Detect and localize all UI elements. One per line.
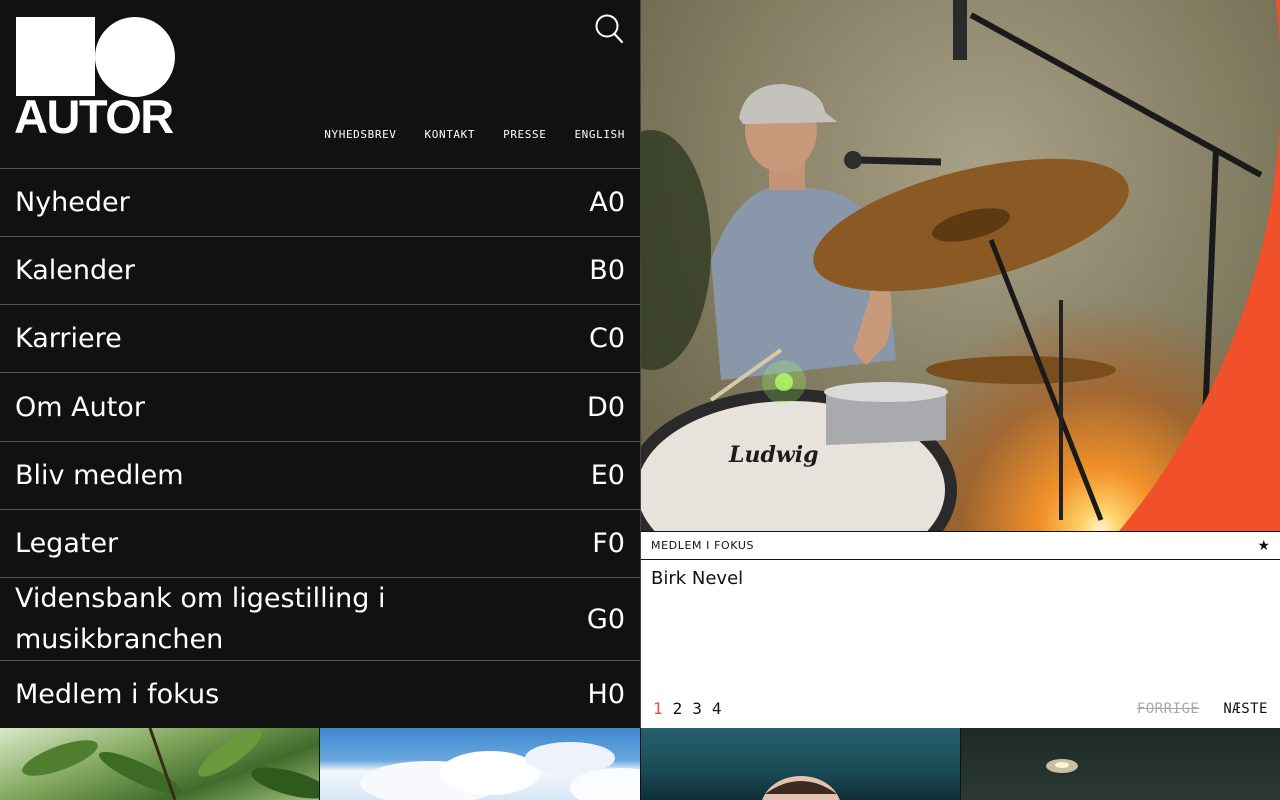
hero-photo-drummer: Ludwig bbox=[641, 0, 1280, 531]
site-header: AUTOR NYHEDSBREV KONTAKT PRESSE ENGLISH bbox=[0, 0, 640, 168]
menu-item-label: Om Autor bbox=[15, 391, 145, 423]
menu-item-om-autor[interactable]: Om Autor D0 bbox=[0, 372, 640, 441]
drummer-illustration: Ludwig bbox=[641, 0, 1263, 531]
clouds-image bbox=[360, 742, 640, 800]
main-menu: Nyheder A0 Kalender B0 Karriere C0 Om Au… bbox=[0, 168, 640, 728]
menu-item-karriere[interactable]: Karriere C0 bbox=[0, 304, 640, 372]
thumbnail-portrait-teal[interactable] bbox=[641, 728, 960, 800]
menu-item-code: F0 bbox=[592, 528, 625, 559]
menu-item-code: C0 bbox=[588, 323, 625, 354]
menu-item-label: Bliv medlem bbox=[15, 460, 184, 491]
focus-card-body: Birk Nevel 1 2 3 4 FORRIGE NÆSTE bbox=[641, 560, 1280, 728]
thumbnail-sky-clouds[interactable] bbox=[320, 728, 640, 800]
featured-member-name[interactable]: Birk Nevel bbox=[651, 568, 743, 589]
menu-item-label: Medlem i fokus bbox=[15, 679, 220, 710]
thumbnail-dark-room[interactable] bbox=[961, 728, 1280, 800]
nav-newsletter-link[interactable]: NYHEDSBREV bbox=[324, 128, 396, 141]
menu-item-code: H0 bbox=[587, 679, 625, 710]
slide-pagination: 1 2 3 4 bbox=[653, 699, 722, 718]
menu-item-nyheder[interactable]: Nyheder A0 bbox=[0, 168, 640, 236]
nav-contact-link[interactable]: KONTAKT bbox=[425, 128, 476, 141]
utility-nav: NYHEDSBREV KONTAKT PRESSE ENGLISH bbox=[324, 128, 625, 141]
menu-item-label: Legater bbox=[15, 528, 119, 559]
menu-item-label: Vidensbank om ligestilling i musikbranch… bbox=[15, 583, 386, 655]
portrait-image bbox=[762, 776, 840, 800]
page-button-2[interactable]: 2 bbox=[673, 699, 683, 718]
autor-logo[interactable]: AUTOR bbox=[14, 17, 176, 143]
ceiling-light-image bbox=[1046, 759, 1078, 773]
menu-item-label: Karriere bbox=[15, 323, 122, 354]
nav-english-link[interactable]: ENGLISH bbox=[574, 128, 625, 141]
prev-next-controls: FORRIGE NÆSTE bbox=[1137, 701, 1268, 717]
focus-kicker: MEDLEM I FOKUS bbox=[651, 539, 755, 552]
logo-wordmark: AUTOR bbox=[14, 90, 174, 143]
page-button-4[interactable]: 4 bbox=[712, 699, 722, 718]
thumbnail-foliage[interactable] bbox=[0, 728, 319, 800]
menu-item-code: B0 bbox=[589, 255, 625, 286]
nav-press-link[interactable]: PRESSE bbox=[503, 128, 546, 141]
menu-item-label: Kalender bbox=[15, 255, 135, 286]
menu-item-legater[interactable]: Legater F0 bbox=[0, 509, 640, 577]
search-icon[interactable] bbox=[595, 14, 625, 46]
menu-item-vidensbank[interactable]: Vidensbank om ligestilling i musikbranch… bbox=[0, 577, 640, 660]
menu-item-code: D0 bbox=[587, 391, 625, 423]
menu-item-code: G0 bbox=[586, 603, 625, 635]
logo-circle bbox=[95, 17, 175, 97]
menu-item-code: E0 bbox=[590, 460, 625, 491]
menu-item-label: Nyheder bbox=[15, 187, 130, 218]
menu-item-kalender[interactable]: Kalender B0 bbox=[0, 236, 640, 304]
hero-photo-scene: Ludwig bbox=[641, 0, 1280, 531]
hero-image-orange-frame[interactable]: Ludwig bbox=[641, 0, 1280, 531]
page-button-3[interactable]: 3 bbox=[692, 699, 702, 718]
next-button[interactable]: NÆSTE bbox=[1223, 701, 1268, 717]
menu-item-code: A0 bbox=[589, 187, 625, 218]
menu-item-bliv-medlem[interactable]: Bliv medlem E0 bbox=[0, 441, 640, 509]
logo-square bbox=[16, 17, 95, 96]
star-icon[interactable]: ★ bbox=[1257, 538, 1270, 554]
previous-button[interactable]: FORRIGE bbox=[1137, 701, 1200, 717]
menu-item-medlem-i-fokus[interactable]: Medlem i fokus H0 bbox=[0, 660, 640, 728]
page-button-1[interactable]: 1 bbox=[653, 699, 663, 718]
drum-brand-logo: Ludwig bbox=[728, 442, 819, 468]
foliage-image bbox=[22, 728, 319, 800]
main-navigation-panel: AUTOR NYHEDSBREV KONTAKT PRESSE ENGLISH … bbox=[0, 0, 641, 728]
focus-card-header: MEDLEM I FOKUS ★ bbox=[641, 531, 1280, 560]
